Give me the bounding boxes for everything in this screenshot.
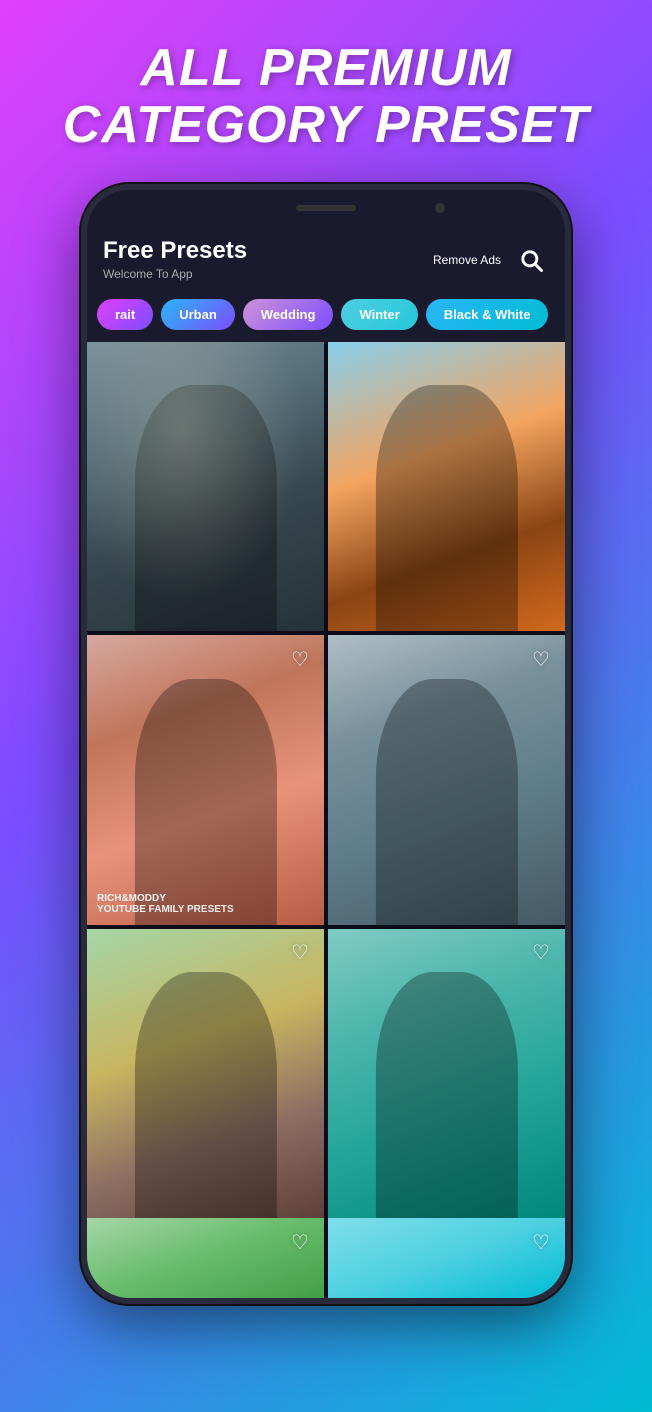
heart-icon-8: ♡ [532, 1230, 550, 1255]
grid-item-6[interactable]: ♡ [328, 929, 565, 1219]
category-pill-portrait[interactable]: rait [97, 299, 153, 330]
category-pill-urban[interactable]: Urban [161, 299, 235, 330]
grid-item-1[interactable] [87, 342, 324, 632]
heart-button-8[interactable]: ♡ [527, 1228, 555, 1256]
app-subtitle: Welcome To App [103, 267, 247, 281]
heart-button-4[interactable]: ♡ [527, 645, 555, 673]
app-title: Free Presets [103, 238, 247, 264]
grid-item-3[interactable]: ♡ RICH&MODDYYOUTUBE FAMILY PRESETS [87, 635, 324, 925]
grid-item-8[interactable]: ♡ [328, 1218, 565, 1298]
bottom-row: ♡ ♡ [87, 1218, 565, 1298]
hero-line1: ALL PREMIUM [140, 39, 511, 97]
category-pill-winter[interactable]: Winter [341, 299, 417, 330]
person-silhouette-3 [134, 679, 276, 925]
hero-text: ALL PREMIUM CATEGORY PRESET [43, 0, 609, 184]
grid-item-7[interactable]: ♡ [87, 1218, 324, 1298]
phone-notch [87, 190, 565, 226]
hero-line2: CATEGORY PRESET [63, 96, 589, 154]
image-grid: ♡ RICH&MODDYYOUTUBE FAMILY PRESETS ♡ ♡ ♡ [87, 342, 565, 1219]
search-icon [517, 246, 545, 274]
grid-item-5[interactable]: ♡ [87, 929, 324, 1219]
heart-button-7[interactable]: ♡ [286, 1228, 314, 1256]
header-right: Remove Ads [433, 242, 549, 278]
photo-label-3: RICH&MODDYYOUTUBE FAMILY PRESETS [97, 893, 234, 915]
phone-frame: Free Presets Welcome To App Remove Ads r… [81, 184, 571, 1304]
person-silhouette-6 [375, 972, 517, 1218]
header-left: Free Presets Welcome To App [103, 238, 247, 280]
search-button[interactable] [513, 242, 549, 278]
person-silhouette-2 [375, 385, 517, 631]
grid-item-4[interactable]: ♡ [328, 635, 565, 925]
phone-camera [435, 203, 445, 213]
heart-icon-4: ♡ [532, 647, 550, 672]
heart-button-5[interactable]: ♡ [286, 939, 314, 967]
heart-button-3[interactable]: ♡ [286, 645, 314, 673]
app-header: Free Presets Welcome To App Remove Ads [87, 226, 565, 290]
person-silhouette-5 [134, 972, 276, 1218]
heart-icon-5: ♡ [291, 940, 309, 965]
category-pill-blackwhite[interactable]: Black & White [426, 299, 549, 330]
person-silhouette-4 [375, 679, 517, 925]
heart-icon-7: ♡ [291, 1230, 309, 1255]
heart-icon-3: ♡ [291, 647, 309, 672]
heart-button-6[interactable]: ♡ [527, 939, 555, 967]
category-scroll: rait Urban Wedding Winter Black & White [87, 291, 565, 342]
heart-icon-6: ♡ [532, 940, 550, 965]
remove-ads-button[interactable]: Remove Ads [433, 253, 501, 267]
grid-item-2[interactable] [328, 342, 565, 632]
category-pill-wedding[interactable]: Wedding [243, 299, 334, 330]
person-silhouette-1 [134, 385, 276, 631]
phone-speaker [296, 205, 356, 211]
